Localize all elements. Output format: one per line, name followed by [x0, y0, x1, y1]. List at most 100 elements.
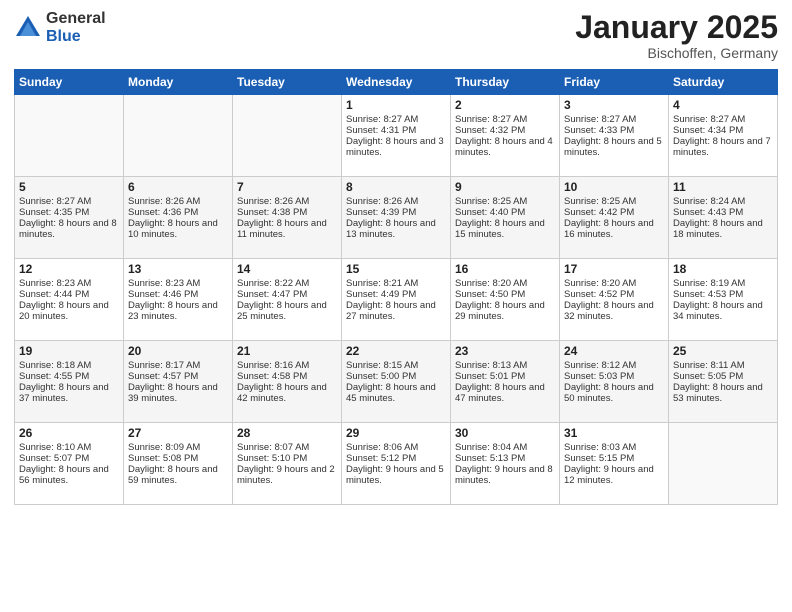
- cell-content: Sunset: 4:46 PM: [128, 289, 228, 300]
- cell-content: Daylight: 9 hours and 5 minutes.: [346, 464, 446, 486]
- cell-content: Sunrise: 8:20 AM: [564, 278, 664, 289]
- cell-content: Daylight: 8 hours and 23 minutes.: [128, 300, 228, 322]
- cell-content: Sunset: 5:10 PM: [237, 453, 337, 464]
- cell-content: Sunrise: 8:26 AM: [128, 196, 228, 207]
- cell-content: Sunset: 4:33 PM: [564, 125, 664, 136]
- table-row: 19 Sunrise: 8:18 AMSunset: 4:55 PMDayligh…: [15, 341, 124, 423]
- cell-content: Daylight: 8 hours and 59 minutes.: [128, 464, 228, 486]
- day-number: 24: [564, 344, 664, 358]
- cell-content: Daylight: 8 hours and 20 minutes.: [19, 300, 119, 322]
- table-row: 17Sunrise: 8:20 AMSunset: 4:52 PMDayligh…: [560, 259, 669, 341]
- cell-content: Daylight: 8 hours and 15 minutes.: [455, 218, 555, 240]
- cell-content: Sunset: 4:31 PM: [346, 125, 446, 136]
- day-number: 11: [673, 180, 773, 194]
- cell-content: Daylight: 8 hours and 29 minutes.: [455, 300, 555, 322]
- day-number: 8: [346, 180, 446, 194]
- cell-content: Daylight: 8 hours and 8 minutes.: [19, 218, 119, 240]
- day-number: 13: [128, 262, 228, 276]
- header-saturday: Saturday: [669, 70, 778, 95]
- day-number: 29: [346, 426, 446, 440]
- cell-content: Sunrise: 8:15 AM: [346, 360, 446, 371]
- page-header: General Blue January 2025 Bischoffen, Ge…: [14, 10, 778, 61]
- cell-content: Daylight: 8 hours and 42 minutes.: [237, 382, 337, 404]
- title-block: January 2025 Bischoffen, Germany: [575, 10, 778, 61]
- table-row: 7Sunrise: 8:26 AMSunset: 4:38 PMDaylight…: [233, 177, 342, 259]
- cell-content: Daylight: 8 hours and 25 minutes.: [237, 300, 337, 322]
- cell-content: Daylight: 8 hours and 10 minutes.: [128, 218, 228, 240]
- table-row: [233, 95, 342, 177]
- table-row: 12Sunrise: 8:23 AMSunset: 4:44 PMDayligh…: [15, 259, 124, 341]
- table-row: 4Sunrise: 8:27 AMSunset: 4:34 PMDaylight…: [669, 95, 778, 177]
- cell-content: Sunrise: 8:16 AM: [237, 360, 337, 371]
- table-row: [124, 95, 233, 177]
- table-row: 2Sunrise: 8:27 AMSunset: 4:32 PMDaylight…: [451, 95, 560, 177]
- cell-content: Sunset: 4:50 PM: [455, 289, 555, 300]
- cell-content: Daylight: 8 hours and 13 minutes.: [346, 218, 446, 240]
- table-row: 8Sunrise: 8:26 AMSunset: 4:39 PMDaylight…: [342, 177, 451, 259]
- day-number: 19: [19, 344, 119, 358]
- day-number: 20: [128, 344, 228, 358]
- day-number: 5: [19, 180, 119, 194]
- table-row: 31Sunrise: 8:03 AMSunset: 5:15 PMDayligh…: [560, 423, 669, 505]
- cell-content: Sunrise: 8:18 AM: [19, 360, 119, 371]
- cell-content: Daylight: 8 hours and 50 minutes.: [564, 382, 664, 404]
- cell-content: Sunset: 4:53 PM: [673, 289, 773, 300]
- table-row: 10Sunrise: 8:25 AMSunset: 4:42 PMDayligh…: [560, 177, 669, 259]
- cell-content: Sunset: 4:55 PM: [19, 371, 119, 382]
- calendar-week-row: 19Sunrise: 8:18 AMSunset: 4:55 PMDayligh…: [15, 341, 778, 423]
- table-row: 9Sunrise: 8:25 AMSunset: 4:40 PMDaylight…: [451, 177, 560, 259]
- calendar-table: Sunday Monday Tuesday Wednesday Thursday…: [14, 69, 778, 505]
- table-row: 5Sunrise: 8:27 AMSunset: 4:35 PMDaylight…: [15, 177, 124, 259]
- day-number: 28: [237, 426, 337, 440]
- logo-general: General: [46, 10, 106, 28]
- cell-content: Sunrise: 8:21 AM: [346, 278, 446, 289]
- cell-content: Daylight: 8 hours and 34 minutes.: [673, 300, 773, 322]
- header-wednesday: Wednesday: [342, 70, 451, 95]
- table-row: 22Sunrise: 8:15 AMSunset: 5:00 PMDayligh…: [342, 341, 451, 423]
- table-row: 18Sunrise: 8:19 AMSunset: 4:53 PMDayligh…: [669, 259, 778, 341]
- cell-content: Daylight: 9 hours and 8 minutes.: [455, 464, 555, 486]
- day-number: 27: [128, 426, 228, 440]
- day-number: 26: [19, 426, 119, 440]
- cell-content: Sunrise: 8:12 AM: [564, 360, 664, 371]
- day-number: 15: [346, 262, 446, 276]
- day-number: 3: [564, 98, 664, 112]
- logo: General Blue: [14, 10, 106, 45]
- cell-content: Sunrise: 8:04 AM: [455, 442, 555, 453]
- cell-content: Sunrise: 8:24 AM: [673, 196, 773, 207]
- cell-content: Sunset: 4:42 PM: [564, 207, 664, 218]
- day-number: 10: [564, 180, 664, 194]
- cell-content: Sunset: 4:47 PM: [237, 289, 337, 300]
- cell-content: Sunset: 4:40 PM: [455, 207, 555, 218]
- cell-content: Sunrise: 8:20 AM: [455, 278, 555, 289]
- cell-content: Daylight: 8 hours and 47 minutes.: [455, 382, 555, 404]
- cell-content: Sunrise: 8:27 AM: [564, 114, 664, 125]
- cell-content: Sunset: 4:32 PM: [455, 125, 555, 136]
- day-number: 2: [455, 98, 555, 112]
- cell-content: Sunrise: 8:27 AM: [673, 114, 773, 125]
- table-row: 28Sunrise: 8:07 AMSunset: 5:10 PMDayligh…: [233, 423, 342, 505]
- cell-content: Daylight: 8 hours and 37 minutes.: [19, 382, 119, 404]
- day-number: 14: [237, 262, 337, 276]
- cell-content: Sunrise: 8:19 AM: [673, 278, 773, 289]
- header-friday: Friday: [560, 70, 669, 95]
- table-row: 1Sunrise: 8:27 AMSunset: 4:31 PMDaylight…: [342, 95, 451, 177]
- cell-content: Sunrise: 8:09 AM: [128, 442, 228, 453]
- cell-content: Sunrise: 8:13 AM: [455, 360, 555, 371]
- table-row: 11Sunrise: 8:24 AMSunset: 4:43 PMDayligh…: [669, 177, 778, 259]
- logo-blue: Blue: [46, 28, 106, 46]
- day-number: 17: [564, 262, 664, 276]
- cell-content: Sunset: 4:49 PM: [346, 289, 446, 300]
- cell-content: Sunset: 4:35 PM: [19, 207, 119, 218]
- day-number: 31: [564, 426, 664, 440]
- table-row: [669, 423, 778, 505]
- day-number: 16: [455, 262, 555, 276]
- table-row: 27Sunrise: 8:09 AMSunset: 5:08 PMDayligh…: [124, 423, 233, 505]
- cell-content: Daylight: 8 hours and 53 minutes.: [673, 382, 773, 404]
- table-row: 14Sunrise: 8:22 AMSunset: 4:47 PMDayligh…: [233, 259, 342, 341]
- cell-content: Sunset: 4:58 PM: [237, 371, 337, 382]
- day-number: 22: [346, 344, 446, 358]
- day-number: 7: [237, 180, 337, 194]
- table-row: 25Sunrise: 8:11 AMSunset: 5:05 PMDayligh…: [669, 341, 778, 423]
- day-number: 4: [673, 98, 773, 112]
